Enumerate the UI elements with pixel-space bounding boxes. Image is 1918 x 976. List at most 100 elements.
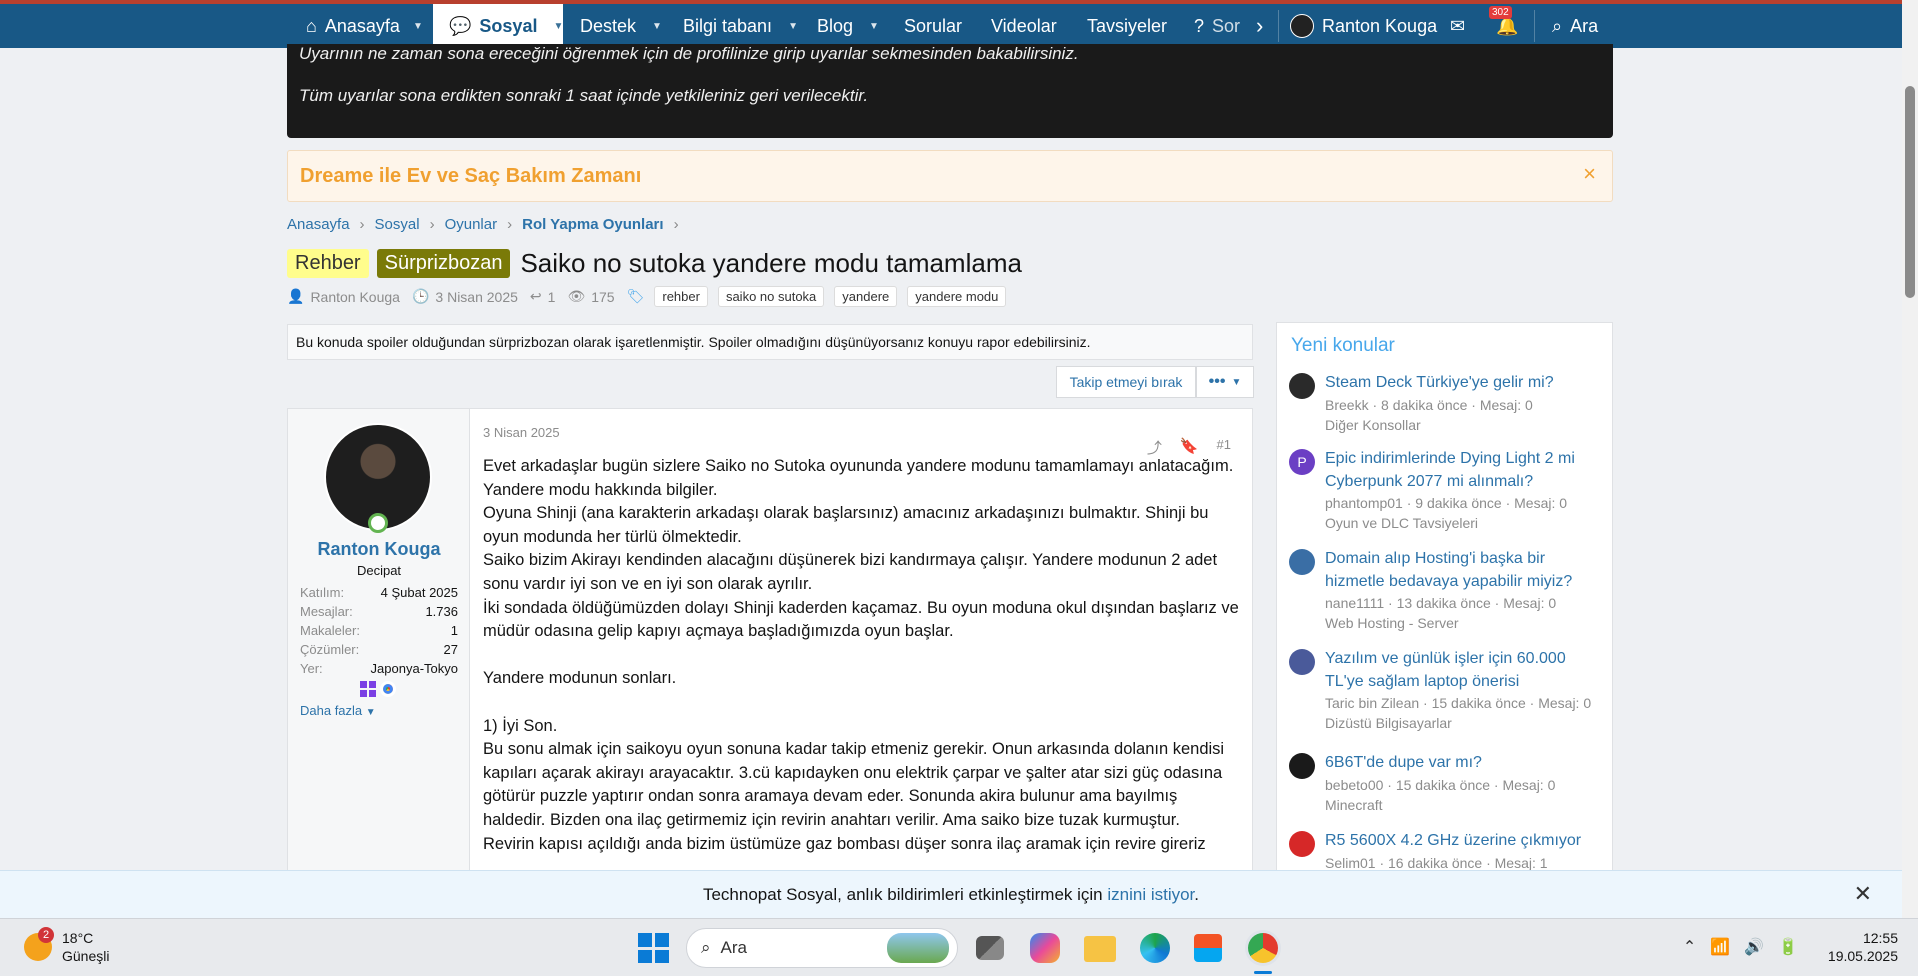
- thread-forum[interactable]: Minecraft: [1325, 795, 1601, 815]
- thread-link[interactable]: Steam Deck Türkiye'ye gelir mi?: [1325, 371, 1601, 394]
- thread-link[interactable]: 6B6T'de dupe var mı?: [1325, 751, 1601, 774]
- breadcrumb-home[interactable]: Anasayfa: [287, 216, 350, 233]
- avatar[interactable]: [1289, 549, 1315, 575]
- breadcrumb-social[interactable]: Sosyal: [375, 216, 420, 233]
- post-paragraph: Evet arkadaşlar bugün sizlere Saiko no S…: [483, 457, 1234, 475]
- page-scrollbar[interactable]: [1902, 0, 1918, 918]
- stat-value[interactable]: 1: [451, 623, 458, 642]
- nav-home[interactable]: ⌂ Anasayfa: [306, 4, 400, 48]
- thread-author[interactable]: Ranton Kouga: [310, 289, 400, 305]
- nav-home-label: Anasayfa: [324, 15, 400, 36]
- wifi-icon[interactable]: 📶: [1710, 937, 1730, 957]
- chevron-down-icon[interactable]: ▼: [652, 21, 662, 32]
- avatar[interactable]: [1289, 753, 1315, 779]
- stat-value: Japonya-Tokyo: [370, 661, 458, 676]
- breadcrumb-games[interactable]: Oyunlar: [445, 216, 498, 233]
- prefix-spoiler-label[interactable]: Sürprizbozan: [376, 249, 511, 278]
- stat-row: Makaleler: 1: [300, 623, 458, 642]
- close-icon[interactable]: ✕: [1854, 881, 1872, 907]
- avatar[interactable]: [1289, 373, 1315, 399]
- nav-scroll-right-button[interactable]: ›: [1256, 4, 1263, 48]
- widget-title[interactable]: Yeni konular: [1291, 335, 1395, 357]
- taskbar-search[interactable]: ⌕ Ara: [686, 928, 958, 968]
- avatar[interactable]: [1289, 831, 1315, 857]
- chevron-up-icon[interactable]: ⌃: [1683, 937, 1696, 957]
- thread-forum[interactable]: Oyun ve DLC Tavsiyeleri: [1325, 513, 1601, 533]
- thread-link[interactable]: Epic indirimlerinde Dying Light 2 mi Cyb…: [1325, 447, 1601, 493]
- task-view-icon[interactable]: [976, 936, 1004, 960]
- chevron-down-icon[interactable]: ▼: [788, 21, 798, 32]
- search-button[interactable]: ⌕ Ara: [1552, 4, 1598, 48]
- volume-icon[interactable]: 🔊: [1744, 937, 1764, 957]
- thread-link[interactable]: Yazılım ve günlük işler için 60.000 TL'y…: [1325, 647, 1601, 693]
- thread-link[interactable]: Domain alıp Hosting'i başka bir hizmetle…: [1325, 547, 1601, 593]
- thread-date[interactable]: 3 Nisan 2025: [435, 289, 518, 305]
- stat-row: Çözümler: 27: [300, 642, 458, 661]
- store-icon[interactable]: [1194, 934, 1222, 962]
- push-message: Technopat Sosyal, anlık bildirimleri etk…: [0, 885, 1902, 905]
- chrome-icon[interactable]: [1248, 933, 1278, 963]
- thread-forum[interactable]: Dizüstü Bilgisayarlar: [1325, 713, 1601, 733]
- breadcrumb-roleplay[interactable]: Rol Yapma Oyunları: [522, 216, 663, 233]
- copilot-icon[interactable]: [1030, 933, 1060, 963]
- chevron-down-icon: ▼: [365, 707, 376, 718]
- more-user-info-link[interactable]: Daha fazla ▼: [300, 703, 376, 718]
- nav-knowledge-base[interactable]: Bilgi tabanı ▼: [683, 4, 798, 48]
- thread-forum[interactable]: Web Hosting - Server: [1325, 613, 1601, 633]
- breadcrumb: Anasayfa › Sosyal › Oyunlar › Rol Yapma Oyu…: [287, 216, 679, 233]
- weather-badge: 2: [38, 927, 54, 943]
- stat-value[interactable]: 27: [444, 642, 458, 661]
- thread-link[interactable]: R5 5600X 4.2 GHz üzerine çıkmıyor: [1325, 829, 1601, 852]
- nav-videos[interactable]: Videolar: [991, 4, 1057, 48]
- avatar[interactable]: [1289, 649, 1315, 675]
- chevron-right-icon: ›: [429, 216, 435, 233]
- tag-saiko[interactable]: saiko no sutoka: [717, 286, 825, 307]
- push-permission-link[interactable]: iznini istiyor: [1107, 885, 1194, 904]
- tag-rehber[interactable]: rehber: [654, 286, 708, 307]
- chevron-down-icon[interactable]: ▼: [553, 21, 563, 32]
- avatar[interactable]: P: [1289, 449, 1315, 475]
- tag-yandere-modu[interactable]: yandere modu: [907, 286, 1007, 307]
- nav-social[interactable]: 💬 Sosyal ▼: [433, 4, 563, 48]
- device-icons: [360, 681, 396, 697]
- file-explorer-icon[interactable]: [1084, 936, 1116, 962]
- prefix-guide-label[interactable]: Rehber: [287, 249, 369, 278]
- weather-temp: 18°C: [62, 930, 94, 946]
- chevron-right-icon: ›: [1256, 13, 1264, 38]
- unfollow-button[interactable]: Takip etmeyi bırak: [1056, 366, 1196, 398]
- inbox-button[interactable]: ✉: [1450, 4, 1465, 48]
- thread-forum[interactable]: Diğer Konsollar: [1325, 415, 1601, 435]
- close-icon[interactable]: ×: [1583, 161, 1596, 187]
- tag-yandere[interactable]: yandere: [834, 286, 898, 307]
- more-options-button[interactable]: ••• ▼: [1196, 366, 1254, 398]
- battery-icon[interactable]: 🔋: [1778, 937, 1798, 957]
- taskbar: 2 18°C Güneşli ⌕ Ara ⌃ 📶 🔊 🔋 12:55 19.05…: [0, 918, 1918, 976]
- nav-ask[interactable]: ? Sor: [1194, 4, 1240, 48]
- user-stats: Katılım: 4 Şubat 2025 Mesajlar: 1.736 Maka…: [300, 585, 458, 680]
- page-title: Saiko no sutoka yandere modu tamamlama: [520, 248, 1022, 278]
- post-paragraph: [483, 644, 1243, 668]
- stat-key: Mesajlar:: [300, 604, 353, 619]
- start-icon[interactable]: [636, 931, 670, 965]
- account-menu[interactable]: Ranton Kouga: [1290, 4, 1437, 48]
- chevron-down-icon[interactable]: ▼: [869, 21, 879, 32]
- post-username[interactable]: Ranton Kouga: [288, 539, 470, 560]
- online-status-icon: [368, 513, 388, 533]
- edge-icon[interactable]: [1140, 933, 1170, 963]
- clock[interactable]: 12:55 19.05.2025: [1828, 929, 1898, 965]
- thread-meta: Taric bin Zilean · 15 dakika önce · Mesa…: [1325, 695, 1592, 711]
- nav-recommendations[interactable]: Tavsiyeler: [1087, 4, 1167, 48]
- nav-home-dropdown[interactable]: ▼: [400, 4, 436, 48]
- post-paragraph: Yandere modu hakkında bilgiler.: [483, 480, 718, 499]
- envelope-icon: ✉: [1450, 15, 1466, 36]
- nav-blog[interactable]: Blog ▼: [817, 4, 879, 48]
- nav-questions[interactable]: Sorular: [904, 4, 962, 48]
- nav-support[interactable]: Destek ▼: [580, 4, 662, 48]
- scrollbar-thumb[interactable]: [1905, 86, 1915, 298]
- weather-widget[interactable]: 2 18°C Güneşli: [24, 927, 109, 965]
- promo-link[interactable]: Dreame ile Ev ve Saç Bakım Zamanı: [300, 165, 641, 188]
- nav-support-label: Destek: [580, 15, 637, 36]
- stat-row: Yer: Japonya-Tokyo: [300, 661, 458, 680]
- stat-value[interactable]: 1.736: [425, 604, 458, 623]
- post-date[interactable]: 3 Nisan 2025: [483, 425, 560, 440]
